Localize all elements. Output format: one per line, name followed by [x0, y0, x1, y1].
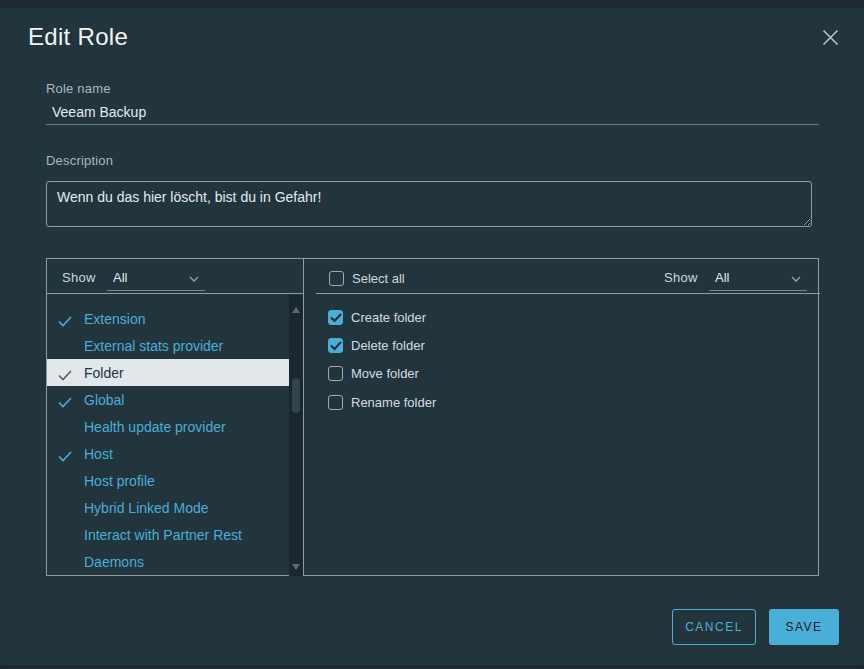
check-icon [58, 313, 72, 324]
permissions-panel: Show All Show All Select all [46, 258, 819, 576]
scrollbar-up-arrow[interactable] [292, 307, 300, 313]
show-filter-dropdown-left[interactable]: All [107, 267, 205, 291]
show-filter-dropdown-right[interactable]: All [709, 267, 807, 291]
scrollbar-down-arrow[interactable] [292, 564, 300, 570]
role-name-input[interactable] [46, 99, 819, 125]
show-label-left: Show [62, 270, 96, 285]
close-icon [822, 29, 839, 46]
check-icon [58, 367, 72, 378]
category-row-folder[interactable]: Folder [47, 359, 289, 386]
chevron-down-icon [189, 276, 199, 282]
permission-row-rename-folder[interactable]: Rename folder [328, 388, 728, 416]
rename-folder-checkbox[interactable] [328, 395, 343, 410]
select-all-label: Select all [352, 271, 405, 286]
select-all-row[interactable]: Select all [329, 271, 405, 286]
scrollbar-thumb[interactable] [292, 378, 300, 413]
cancel-button[interactable]: CANCEL [672, 609, 756, 645]
permission-row-create-folder[interactable]: Create folder [328, 303, 728, 331]
description-textarea[interactable]: Wenn du das hier löscht, bist du in Gefa… [46, 181, 812, 227]
category-row-hybrid-linked-mode[interactable]: Hybrid Linked Mode [47, 494, 289, 521]
role-name-label: Role name [46, 81, 111, 96]
save-button[interactable]: SAVE [769, 609, 839, 645]
category-row-host-profile[interactable]: Host profile [47, 467, 289, 494]
category-row-global[interactable]: Global [47, 386, 289, 413]
pane-divider [303, 259, 304, 575]
permission-category-list: Extension External stats provider Folder… [47, 305, 289, 575]
category-row-extension[interactable]: Extension [47, 305, 289, 332]
left-pane-header: Show All [47, 259, 303, 294]
scrollbar-track[interactable] [289, 295, 303, 576]
category-row-health-update-provider[interactable]: Health update provider [47, 413, 289, 440]
check-icon [58, 448, 72, 459]
chevron-down-icon [791, 276, 801, 282]
check-icon [58, 394, 72, 405]
select-all-checkbox[interactable] [329, 271, 344, 286]
right-header-divider [316, 293, 820, 294]
close-button[interactable] [820, 27, 840, 47]
category-row-external-stats-provider[interactable]: External stats provider [47, 332, 289, 359]
permission-row-delete-folder[interactable]: Delete folder [328, 331, 728, 359]
category-row-daemons[interactable]: Daemons [47, 548, 289, 575]
description-label: Description [46, 153, 113, 168]
show-label-right: Show [664, 270, 698, 285]
category-row-interact-with-partner-rest[interactable]: Interact with Partner Rest [47, 521, 289, 548]
permission-row-move-folder[interactable]: Move folder [328, 360, 728, 388]
move-folder-checkbox[interactable] [328, 366, 343, 381]
edit-role-dialog: Edit Role Role name Description Wenn du … [0, 8, 864, 665]
create-folder-checkbox[interactable] [328, 310, 343, 325]
category-row-host[interactable]: Host [47, 440, 289, 467]
delete-folder-checkbox[interactable] [328, 338, 343, 353]
dialog-title: Edit Role [28, 23, 128, 51]
permission-list: Create folder Delete folder Move folder … [328, 303, 728, 416]
